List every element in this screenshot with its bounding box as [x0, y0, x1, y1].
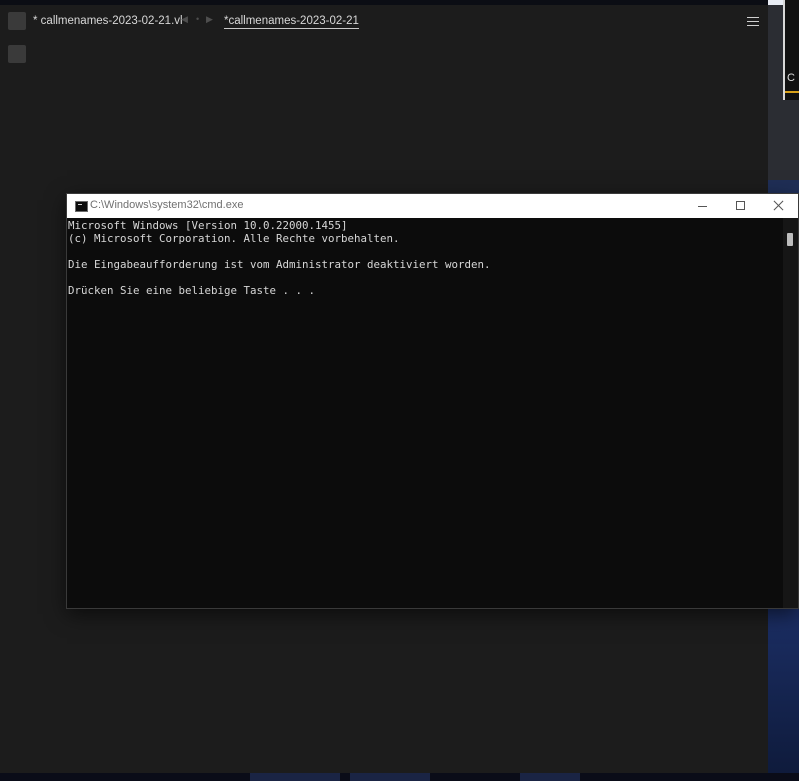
taskbar-strip: [0, 773, 799, 781]
background-window-edge: [783, 0, 799, 100]
cmd-window-title: C:\Windows\system32\cmd.exe: [90, 199, 244, 211]
hamburger-menu-icon[interactable]: [747, 17, 759, 26]
command-prompt-icon: [75, 201, 88, 212]
console-line: (c) Microsoft Corporation. Alle Rechte v…: [68, 232, 400, 245]
maximize-button[interactable]: [722, 194, 760, 218]
tab-callmenames-active[interactable]: *callmenames-2023-02-21: [224, 15, 359, 29]
editor-side-button[interactable]: [8, 45, 26, 63]
editor-sidebar-button[interactable]: [8, 12, 26, 30]
scrollbar-thumb[interactable]: [787, 233, 793, 246]
nav-dot-icon: •: [196, 14, 200, 24]
console-line: Die Eingabeaufforderung ist vom Administ…: [68, 258, 491, 271]
close-button[interactable]: [760, 194, 798, 218]
background-window-accent: [785, 91, 799, 93]
console-line: Drücken Sie eine beliebige Taste . . .: [68, 284, 316, 297]
console-scrollbar[interactable]: [783, 218, 798, 608]
cmd-window: C:\Windows\system32\cmd.exe Microsoft Wi…: [67, 194, 798, 608]
editor-tab-bar: * callmenames-2023-02-21.vl ⌄ ◀ • ▶ *cal…: [0, 5, 768, 37]
nav-back-icon[interactable]: ◀: [181, 14, 188, 25]
cmd-title-bar[interactable]: C:\Windows\system32\cmd.exe: [67, 194, 798, 218]
tab-chevron-icon[interactable]: ⌄: [162, 14, 170, 25]
tab-callmenames-vl[interactable]: * callmenames-2023-02-21.vl: [33, 15, 183, 27]
console-line: Microsoft Windows [Version 10.0.22000.14…: [68, 219, 348, 232]
minimize-button[interactable]: [684, 194, 722, 218]
nav-forward-icon[interactable]: ▶: [206, 14, 213, 25]
console-output[interactable]: Microsoft Windows [Version 10.0.22000.14…: [67, 218, 783, 608]
background-window-letter: C: [787, 72, 795, 84]
